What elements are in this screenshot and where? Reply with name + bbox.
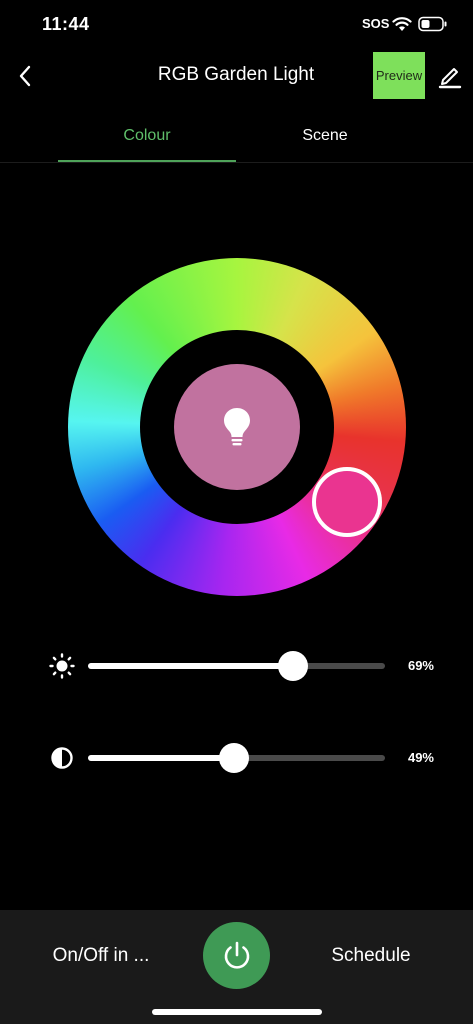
saturation-icon [49, 745, 75, 771]
on-off-timer-button[interactable]: On/Off in ... [30, 940, 172, 972]
home-indicator [152, 1009, 322, 1015]
brightness-slider-fill [88, 663, 293, 669]
power-button[interactable] [203, 922, 270, 989]
wifi-icon [392, 17, 412, 31]
pencil-icon [438, 68, 462, 89]
brightness-slider-thumb[interactable] [277, 651, 308, 681]
light-bulb-icon [224, 408, 250, 446]
brightness-value: 69% [407, 658, 434, 673]
page-title: RGB Garden Light [157, 64, 315, 85]
saturation-slider[interactable] [88, 743, 385, 773]
tab-divider [0, 162, 473, 163]
tab-scene[interactable]: Scene [236, 110, 414, 162]
power-icon [224, 941, 249, 969]
back-button[interactable] [10, 58, 40, 94]
tab-colour[interactable]: Colour [58, 110, 236, 162]
chevron-left-icon [19, 65, 31, 87]
edit-button[interactable] [434, 60, 466, 92]
status-sos: SOS [362, 16, 390, 31]
color-picker-handle[interactable] [312, 467, 382, 537]
battery-icon [418, 16, 447, 32]
brightness-slider[interactable] [88, 651, 385, 681]
preview-button[interactable]: Preview [373, 52, 425, 99]
saturation-slider-thumb[interactable] [218, 743, 249, 773]
saturation-slider-fill [88, 755, 234, 761]
status-time: 11:44 [42, 14, 90, 34]
saturation-value: 49% [407, 750, 434, 765]
color-preview [174, 364, 300, 490]
schedule-button[interactable]: Schedule [311, 940, 431, 972]
brightness-icon [49, 653, 75, 679]
